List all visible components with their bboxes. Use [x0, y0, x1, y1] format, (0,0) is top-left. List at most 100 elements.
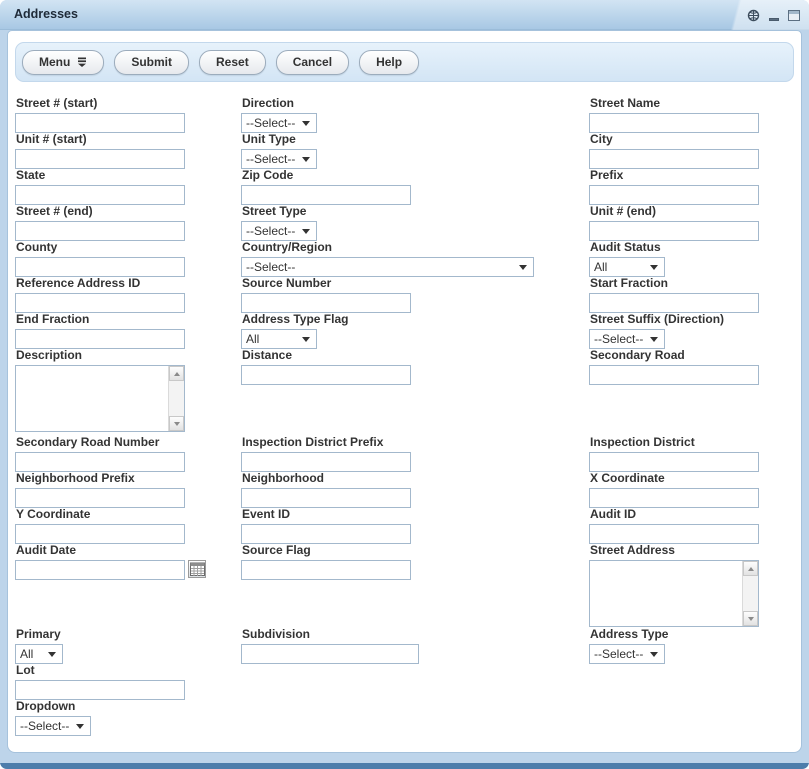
dropdown-select[interactable]: --Select--	[15, 716, 91, 736]
unit-number-end-input[interactable]	[589, 221, 759, 241]
audit-status-select-value: All	[594, 260, 607, 274]
unit-type-select-value: --Select--	[246, 152, 295, 166]
distance-input[interactable]	[241, 365, 411, 385]
scroll-down-icon[interactable]	[169, 416, 184, 431]
audit-status-label: Audit Status	[590, 241, 665, 254]
addresses-window: Addresses Menu Submit	[0, 0, 809, 769]
unit-number-start-input[interactable]	[15, 149, 185, 169]
description-textarea[interactable]	[16, 366, 167, 431]
source-flag-input[interactable]	[241, 560, 411, 580]
window-content: Menu Submit Reset Cancel Help Street # (…	[7, 30, 802, 753]
street-name-input[interactable]	[589, 113, 759, 133]
unit-number-end-label: Unit # (end)	[590, 205, 759, 218]
minimize-icon[interactable]	[769, 10, 779, 21]
neighborhood-prefix-label: Neighborhood Prefix	[16, 472, 185, 485]
x-coordinate-input[interactable]	[589, 488, 759, 508]
city-input[interactable]	[589, 149, 759, 169]
field-audit-status: Audit Status All	[589, 241, 665, 277]
scroll-up-icon[interactable]	[743, 561, 758, 576]
field-neighborhood-prefix: Neighborhood Prefix	[15, 472, 185, 508]
inspection-district-label: Inspection District	[590, 436, 759, 449]
field-event-id: Event ID	[241, 508, 411, 544]
maximize-icon[interactable]	[788, 10, 800, 21]
start-fraction-input[interactable]	[589, 293, 759, 313]
neighborhood-prefix-input[interactable]	[15, 488, 185, 508]
street-address-textarea[interactable]	[590, 561, 741, 626]
field-unit-number-end: Unit # (end)	[589, 205, 759, 241]
lot-input[interactable]	[15, 680, 185, 700]
direction-select[interactable]: --Select--	[241, 113, 317, 133]
inspection-district-input[interactable]	[589, 452, 759, 472]
chevron-down-icon	[519, 265, 527, 270]
start-fraction-label: Start Fraction	[590, 277, 759, 290]
scrollbar[interactable]	[168, 366, 184, 431]
street-number-start-input[interactable]	[15, 113, 185, 133]
field-prefix: Prefix	[589, 169, 759, 205]
field-start-fraction: Start Fraction	[589, 277, 759, 313]
titlebar: Addresses	[0, 0, 809, 30]
window-controls	[747, 0, 800, 30]
chevron-down-icon	[302, 121, 310, 126]
primary-select[interactable]: All	[15, 644, 63, 664]
scroll-up-icon[interactable]	[169, 366, 184, 381]
address-type-select[interactable]: --Select--	[589, 644, 665, 664]
field-state: State	[15, 169, 185, 205]
state-label: State	[16, 169, 185, 182]
unit-type-label: Unit Type	[242, 133, 317, 146]
secondary-road-input[interactable]	[589, 365, 759, 385]
secondary-road-label: Secondary Road	[590, 349, 759, 362]
subdivision-label: Subdivision	[242, 628, 419, 641]
field-neighborhood: Neighborhood	[241, 472, 411, 508]
chevron-down-icon	[650, 265, 658, 270]
unit-type-select[interactable]: --Select--	[241, 149, 317, 169]
field-description: Description	[15, 349, 185, 432]
field-inspection-district: Inspection District	[589, 436, 759, 472]
street-number-start-label: Street # (start)	[16, 97, 185, 110]
field-address-type: Address Type--Select--	[589, 628, 668, 664]
county-label: County	[16, 241, 185, 254]
scrollbar[interactable]	[742, 561, 758, 626]
y-coordinate-input[interactable]	[15, 524, 185, 544]
chevron-down-icon	[76, 724, 84, 729]
source-number-label: Source Number	[242, 277, 411, 290]
calendar-icon[interactable]	[188, 560, 206, 578]
field-street-number-end: Street # (end)	[15, 205, 185, 241]
field-direction: Direction--Select--	[241, 97, 317, 133]
chevron-down-icon	[650, 337, 658, 342]
globe-icon[interactable]	[747, 9, 760, 22]
field-end-fraction: End Fraction	[15, 313, 185, 349]
scroll-down-icon[interactable]	[743, 611, 758, 626]
field-street-type: Street Type --Select--	[241, 205, 317, 241]
field-distance: Distance	[241, 349, 411, 385]
street-suffix-direction-select[interactable]: --Select--	[589, 329, 665, 349]
prefix-input[interactable]	[589, 185, 759, 205]
state-input[interactable]	[15, 185, 185, 205]
inspection-district-prefix-input[interactable]	[241, 452, 411, 472]
event-id-input[interactable]	[241, 524, 411, 544]
chevron-down-icon	[302, 337, 310, 342]
lot-label: Lot	[16, 664, 185, 677]
description-label: Description	[16, 349, 185, 362]
subdivision-input[interactable]	[241, 644, 419, 664]
secondary-road-number-input[interactable]	[15, 452, 185, 472]
reference-address-id-input[interactable]	[15, 293, 185, 313]
country-region-select[interactable]: --Select--	[241, 257, 534, 277]
zip-code-input[interactable]	[241, 185, 411, 205]
audit-status-select[interactable]: All	[589, 257, 665, 277]
address-type-flag-select[interactable]: All	[241, 329, 317, 349]
reference-address-id-label: Reference Address ID	[16, 277, 185, 290]
street-type-label: Street Type	[242, 205, 317, 218]
end-fraction-input[interactable]	[15, 329, 185, 349]
source-number-input[interactable]	[241, 293, 411, 313]
field-county: County	[15, 241, 185, 277]
field-source-number: Source Number	[241, 277, 411, 313]
audit-date-input[interactable]	[15, 560, 185, 580]
source-flag-label: Source Flag	[242, 544, 411, 557]
audit-id-input[interactable]	[589, 524, 759, 544]
street-number-end-input[interactable]	[15, 221, 185, 241]
county-input[interactable]	[15, 257, 185, 277]
primary-select-value: All	[20, 647, 33, 661]
city-label: City	[590, 133, 759, 146]
street-type-select[interactable]: --Select--	[241, 221, 317, 241]
neighborhood-input[interactable]	[241, 488, 411, 508]
